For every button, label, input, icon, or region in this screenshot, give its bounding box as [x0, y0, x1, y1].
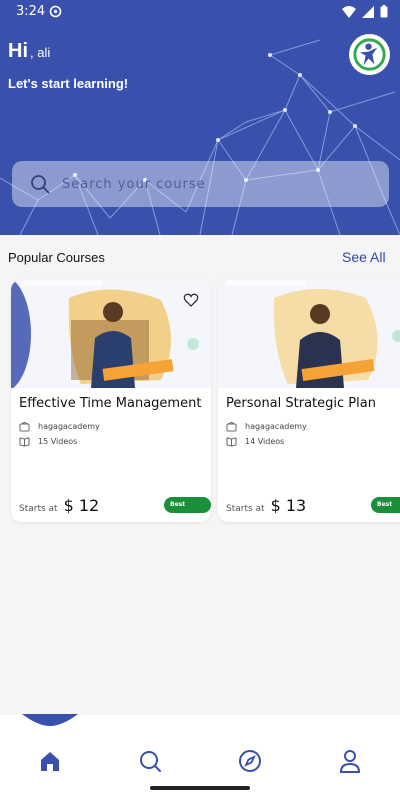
- search-input[interactable]: [62, 169, 362, 199]
- home-indicator: [150, 786, 250, 790]
- course-thumbnail-image: [11, 280, 211, 388]
- section-title: Popular Courses: [8, 250, 105, 265]
- course-thumbnail-image: [218, 280, 400, 388]
- settings-icon: [49, 5, 62, 18]
- price-value: $ 13: [270, 496, 307, 515]
- home-icon[interactable]: [37, 748, 63, 774]
- course-price: Starts at $ 12: [19, 496, 99, 515]
- profile-icon[interactable]: [337, 748, 363, 774]
- popular-courses-header: Popular Courses See All: [0, 247, 400, 269]
- academy-icon: [19, 422, 30, 432]
- active-tab-indicator: [22, 714, 78, 726]
- course-provider-name: hagagacademy: [245, 422, 307, 431]
- course-videos: 15 Videos: [19, 436, 77, 447]
- see-all-link[interactable]: See All: [342, 249, 386, 265]
- course-video-count: 14 Videos: [245, 437, 285, 446]
- best-seller-badge: Best Seller: [164, 497, 211, 522]
- book-icon: [19, 437, 30, 447]
- status-bar: 3:24: [0, 0, 400, 24]
- search-bar[interactable]: [12, 161, 389, 207]
- course-card[interactable]: Effective Time Management hagagacademy 1…: [11, 280, 211, 522]
- subtitle: Let's start learning!: [8, 76, 129, 91]
- book-icon: [226, 437, 237, 447]
- course-provider: hagagacademy: [226, 421, 307, 432]
- user-name: , ali: [30, 45, 51, 60]
- course-thumbnail: [11, 280, 211, 388]
- course-video-count: 15 Videos: [38, 437, 78, 446]
- course-thumbnail: [218, 280, 400, 388]
- academy-icon: [226, 422, 237, 432]
- course-price: Starts at $ 13: [226, 496, 306, 515]
- favorite-icon[interactable]: [183, 292, 199, 308]
- price-label: Starts at: [226, 504, 265, 514]
- price-label: Starts at: [19, 504, 58, 514]
- course-card[interactable]: Personal Strategic Plan hagagacademy 14 …: [218, 280, 400, 522]
- price-value: $ 12: [63, 496, 100, 515]
- academy-logo[interactable]: [349, 34, 390, 75]
- greeting: Hi, ali: [8, 40, 50, 63]
- explore-icon[interactable]: [237, 748, 263, 774]
- greeting-hi: Hi: [8, 40, 28, 62]
- signal-icon: [362, 5, 374, 18]
- search-nav-icon[interactable]: [137, 748, 163, 774]
- wifi-icon: [342, 5, 356, 18]
- battery-icon: [380, 5, 388, 18]
- course-provider: hagagacademy: [19, 421, 100, 432]
- status-time: 3:24: [16, 4, 46, 19]
- course-title: Effective Time Management: [19, 396, 202, 411]
- course-provider-name: hagagacademy: [38, 422, 100, 431]
- course-videos: 14 Videos: [226, 436, 284, 447]
- search-icon: [31, 175, 50, 194]
- course-title: Personal Strategic Plan: [226, 396, 376, 411]
- best-seller-badge: Best Seller: [371, 497, 400, 522]
